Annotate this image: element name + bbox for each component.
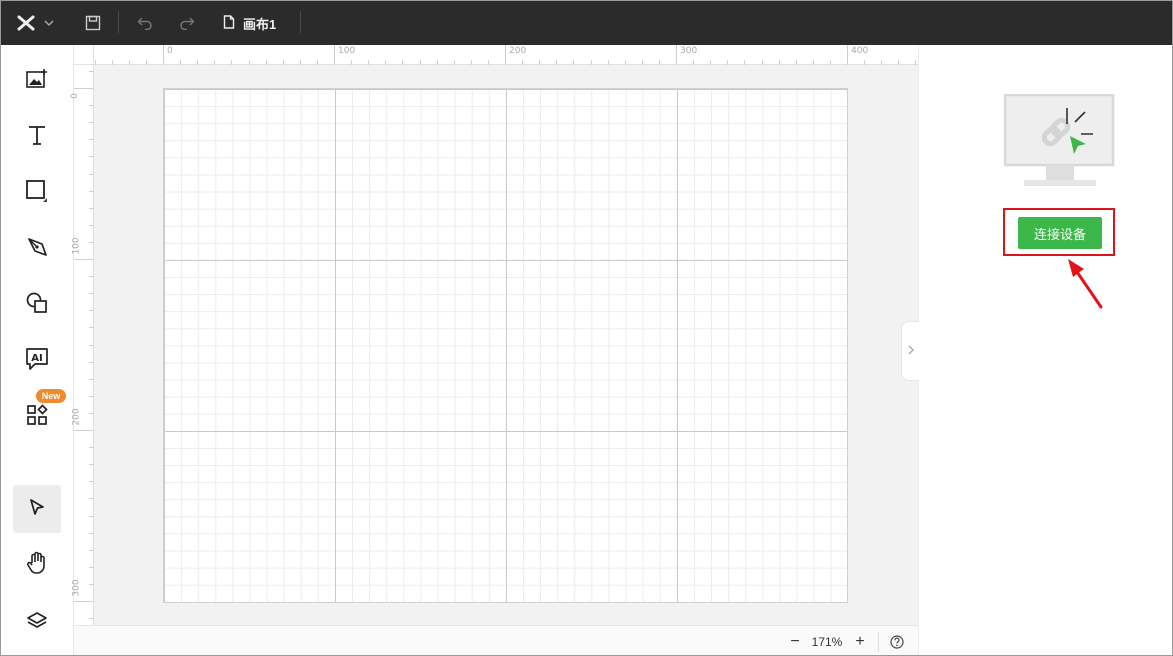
ai-icon: AI <box>25 347 49 376</box>
rectangle-tool[interactable] <box>13 169 61 217</box>
document-title: 画布1 <box>243 16 277 32</box>
shapes-icon <box>25 291 49 320</box>
top-ruler-ticks <box>95 45 916 65</box>
shapes-tool[interactable] <box>13 281 61 329</box>
left-ruler: 0 100 200 300 <box>70 65 94 625</box>
annotation-arrow-icon <box>1068 259 1103 309</box>
top-ruler: 0 100 200 300 400 <box>94 45 918 65</box>
pen-icon <box>26 236 48 263</box>
ruler-label: 100 <box>71 237 82 255</box>
left-ruler-ticks <box>74 71 94 619</box>
save-icon[interactable] <box>81 1 105 45</box>
layers-icon <box>26 611 48 636</box>
undo-icon[interactable] <box>133 1 157 45</box>
ruler-corner <box>74 45 94 65</box>
zoom-in-button[interactable]: + <box>851 626 869 655</box>
chevron-right-icon <box>908 344 914 358</box>
layers-tool[interactable] <box>13 599 61 647</box>
x-logo-icon[interactable] <box>15 1 37 45</box>
ruler-label: 0 <box>69 93 80 99</box>
ruler-label: 200 <box>71 408 82 426</box>
redo-icon[interactable] <box>175 1 199 45</box>
add-image-tool[interactable] <box>13 57 61 105</box>
chevron-down-icon[interactable] <box>41 1 57 45</box>
svg-text:AI: AI <box>31 353 42 364</box>
app-window: 画布1 AI New 0 100 200 300 400 0 100 200 3… <box>0 0 1173 656</box>
bottom-bar: − 171% + <box>74 625 918 655</box>
ai-tool[interactable]: AI <box>13 337 61 385</box>
file-icon <box>223 14 235 32</box>
hand-icon <box>26 551 48 580</box>
help-icon[interactable] <box>888 626 906 655</box>
ruler-label: 300 <box>71 579 82 597</box>
pen-tool[interactable] <box>13 225 61 273</box>
canvas-paper-grid[interactable] <box>163 88 848 603</box>
square-icon <box>25 179 49 208</box>
ruler-label: 300 <box>680 46 698 56</box>
text-icon <box>27 124 47 151</box>
hand-tool[interactable] <box>13 541 61 589</box>
document-title-area[interactable]: 画布1 <box>223 1 276 45</box>
monitor-link-icon <box>1003 93 1116 188</box>
panel-collapse-toggle[interactable] <box>901 321 919 381</box>
zoom-level[interactable]: 171% <box>810 626 844 655</box>
select-tool[interactable] <box>13 485 61 533</box>
image-plus-icon <box>25 68 49 95</box>
top-bar: 画布1 <box>1 1 1172 45</box>
ruler-label: 0 <box>167 46 173 56</box>
left-toolbar: AI New <box>1 45 74 655</box>
ruler-label: 400 <box>851 46 869 56</box>
new-badge: New <box>36 389 66 403</box>
text-tool[interactable] <box>13 113 61 161</box>
cursor-icon <box>28 498 46 521</box>
highlight-box <box>1003 208 1115 256</box>
zoom-out-button[interactable]: − <box>786 626 804 655</box>
apps-icon <box>26 403 48 431</box>
ruler-label: 100 <box>338 46 356 56</box>
ruler-label: 200 <box>509 46 527 56</box>
